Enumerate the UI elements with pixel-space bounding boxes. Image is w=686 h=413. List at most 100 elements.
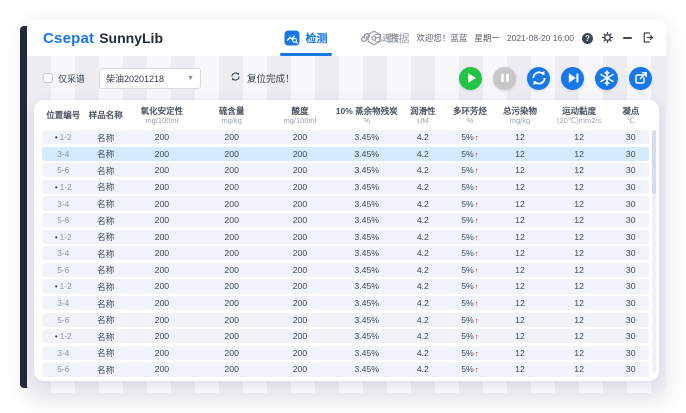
table-row[interactable]: •1-2名称2002002003.45%4.25%↑121230: [42, 180, 649, 194]
oxidation-cell: 200: [127, 364, 197, 374]
table-row[interactable]: 3-4名称2002002003.45%4.25%↑121230: [42, 196, 649, 210]
freezing-cell: 30: [613, 281, 649, 291]
exit-button[interactable]: [641, 32, 654, 45]
sample-name-cell: 名称: [84, 263, 126, 276]
greeting-text: 欢迎您！蓝蓝: [416, 32, 467, 44]
header-cell: 运动黏度(20℃)mm2/s: [546, 107, 613, 125]
position-cell: 3-4: [42, 348, 84, 358]
sulfur-cell: 200: [197, 265, 267, 275]
lubricity-cell: 4.2: [400, 364, 446, 374]
sulfur-cell: 200: [197, 331, 267, 341]
table-scrollbar[interactable]: [652, 130, 656, 373]
oxidation-cell: 200: [127, 182, 197, 192]
logout-icon: [641, 31, 654, 46]
table-row[interactable]: 3-4名称2002002003.45%4.25%↑121230: [42, 246, 649, 260]
table-row[interactable]: 5-6名称2002002003.45%4.25%↑121230: [42, 213, 649, 227]
table-row[interactable]: •1-2名称2002002003.45%4.25%↑121230: [42, 279, 649, 293]
reset-status[interactable]: 复位完成！: [229, 70, 295, 86]
freezing-cell: 30: [613, 232, 649, 242]
acidity-cell: 200: [267, 331, 334, 341]
spectrum-only-checkbox[interactable]: 仅采谱: [43, 72, 85, 85]
tab-detection[interactable]: 检测: [284, 20, 328, 56]
pah-cell: 5%↑: [446, 215, 495, 225]
sulfur-cell: 200: [197, 315, 267, 325]
viscosity-cell: 12: [546, 348, 613, 358]
contaminants-cell: 12: [494, 182, 546, 192]
pah-cell: 5%↑: [446, 232, 495, 242]
sample-name-cell: 名称: [84, 363, 126, 376]
table-row[interactable]: 5-6名称2002002003.45%4.25%↑121230: [42, 313, 649, 327]
table-row[interactable]: 5-6名称2002002003.45%4.25%↑121230: [42, 163, 649, 177]
lubricity-cell: 4.2: [400, 315, 446, 325]
viscosity-cell: 12: [546, 215, 613, 225]
table-row[interactable]: 3-4名称2002002003.45%4.25%↑121230: [42, 346, 649, 360]
export-icon: [630, 67, 652, 89]
sample-name-cell: 名称: [84, 147, 126, 160]
trend-up-icon: ↑: [475, 216, 479, 225]
contaminants-cell: 12: [494, 248, 546, 258]
trend-up-icon: ↑: [475, 150, 479, 159]
viscosity-cell: 12: [546, 182, 613, 192]
freezing-cell: 30: [613, 315, 649, 325]
viscosity-cell: 12: [546, 165, 613, 175]
skip-button[interactable]: [561, 67, 584, 90]
pause-button[interactable]: [493, 67, 516, 90]
header-cell: 位置编号: [42, 111, 84, 121]
start-button[interactable]: [459, 67, 482, 90]
contaminants-cell: 12: [494, 315, 546, 325]
contaminants-cell: 12: [494, 364, 546, 374]
tab-data[interactable]: 数据: [366, 20, 410, 56]
position-cell: •1-2: [42, 232, 84, 242]
sample-name-cell: 名称: [84, 280, 126, 293]
header-cell: 硫含量mg/kg: [197, 107, 267, 125]
play-icon: [460, 67, 482, 89]
pah-cell: 5%↑: [446, 298, 495, 308]
residue-cell: 3.45%: [333, 315, 400, 325]
lubricity-cell: 4.2: [400, 132, 446, 142]
pah-cell: 5%↑: [446, 149, 495, 159]
position-cell: 3-4: [42, 149, 84, 159]
lubricity-cell: 4.2: [400, 199, 446, 209]
trend-up-icon: ↑: [475, 166, 479, 175]
freezing-cell: 30: [613, 331, 649, 341]
residue-cell: 3.45%: [333, 149, 400, 159]
acidity-cell: 200: [267, 364, 334, 374]
settings-button[interactable]: [601, 32, 614, 45]
lubricity-cell: 4.2: [400, 182, 446, 192]
table-row[interactable]: 5-6名称2002002003.45%4.25%↑121230: [42, 263, 649, 277]
acidity-cell: 200: [267, 298, 334, 308]
position-cell: 5-6: [42, 315, 84, 325]
sample-select[interactable]: 柴油20201218 ▼: [99, 68, 201, 89]
lubricity-cell: 4.2: [400, 232, 446, 242]
sulfur-cell: 200: [197, 165, 267, 175]
sample-name-cell: 名称: [84, 197, 126, 210]
minimize-button[interactable]: [621, 32, 634, 45]
table-row[interactable]: •1-2名称2002002003.45%4.25%↑121230: [42, 230, 649, 244]
pah-cell: 5%↑: [446, 182, 495, 192]
table-row[interactable]: 3-4名称2002002003.45%4.25%↑121230: [42, 296, 649, 310]
table-row[interactable]: •1-2名称2002002003.45%4.25%↑121230: [42, 130, 649, 144]
table-row[interactable]: 3-4名称2002002003.45%4.25%↑121230: [42, 147, 649, 161]
table-row[interactable]: •1-2名称2002002003.45%4.25%↑121230: [42, 329, 649, 343]
main-nav: 检测 数据: [284, 20, 410, 56]
checkbox-icon: [43, 73, 53, 83]
freeze-button[interactable]: [595, 67, 618, 90]
toolbar: 仅采谱 柴油20201218 ▼ 复位完成！: [27, 56, 666, 100]
position-cell: •1-2: [42, 281, 84, 291]
header-cell: 样品名称: [84, 111, 126, 121]
contaminants-cell: 12: [494, 132, 546, 142]
oxidation-cell: 200: [127, 298, 197, 308]
sync-button[interactable]: [527, 67, 550, 90]
table-row[interactable]: 5-6名称2002002003.45%4.25%↑121230: [42, 362, 649, 376]
lubricity-cell: 4.2: [400, 281, 446, 291]
help-button[interactable]: ?: [581, 32, 594, 45]
scrollbar-thumb[interactable]: [652, 130, 656, 194]
sulfur-cell: 200: [197, 215, 267, 225]
sample-name-cell: 名称: [84, 230, 126, 243]
freezing-cell: 30: [613, 248, 649, 258]
export-button[interactable]: [629, 67, 652, 90]
action-buttons: [459, 67, 652, 90]
sulfur-cell: 200: [197, 199, 267, 209]
freezing-cell: 30: [613, 215, 649, 225]
residue-cell: 3.45%: [333, 165, 400, 175]
